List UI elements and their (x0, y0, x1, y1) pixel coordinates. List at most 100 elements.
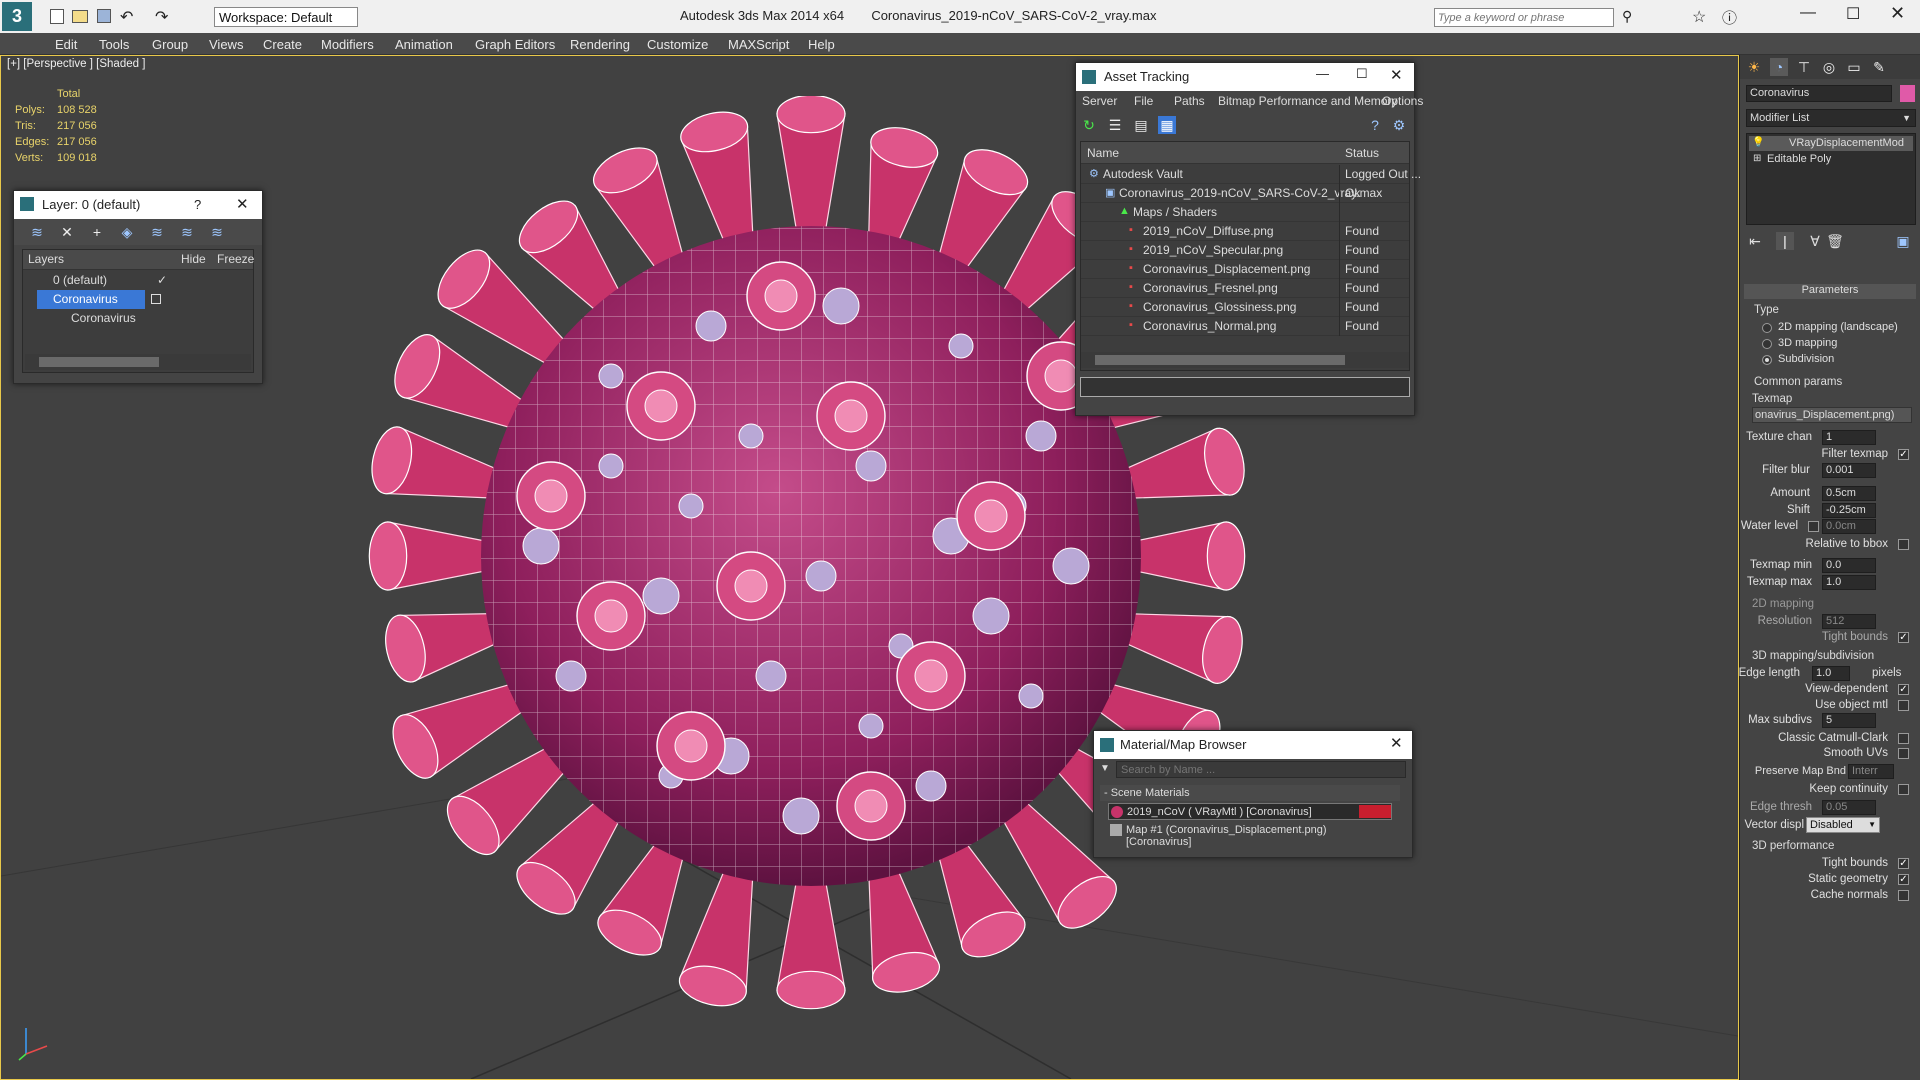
asset-row[interactable]: ▣ Coronavirus_2019-nCoV_SARS-CoV-2_vray.m… (1081, 184, 1409, 203)
motion-tab-icon[interactable]: ◎ (1820, 58, 1838, 76)
asset-row[interactable]: ▪ Coronavirus_Displacement.png Found (1081, 260, 1409, 279)
layer-close-icon[interactable]: ✕ (236, 195, 249, 213)
water-level-checkbox[interactable] (1808, 521, 1819, 532)
relative-bbox-checkbox[interactable] (1898, 539, 1909, 550)
delete-layer-icon[interactable]: ✕ (58, 223, 76, 241)
material-item[interactable]: 2019_nCoV ( VRayMtl ) [Coronavirus] (1108, 803, 1392, 820)
menu-help[interactable]: Help (808, 37, 835, 52)
col-hide[interactable]: Hide (181, 252, 206, 266)
menu-views[interactable]: Views (209, 37, 243, 52)
star-icon[interactable]: ☆ (1692, 7, 1706, 27)
menu-rendering[interactable]: Rendering (570, 37, 630, 52)
use-object-mtl-checkbox[interactable] (1898, 700, 1909, 711)
cache-normals-checkbox[interactable] (1898, 890, 1909, 901)
modify-tab-icon[interactable]: ◔ (1770, 58, 1788, 76)
layer-row-selected[interactable]: Coronavirus (23, 290, 253, 309)
asset-minimize-icon[interactable]: — (1316, 66, 1329, 81)
tight-bounds-checkbox[interactable]: ✓ (1898, 858, 1909, 869)
utilities-tab-icon[interactable]: ✎ (1870, 58, 1888, 76)
preserve-map-dropdown[interactable]: Interr (1848, 764, 1894, 779)
layer-window-titlebar[interactable]: Layer: 0 (default) ? ✕ (14, 191, 262, 219)
menu-create[interactable]: Create (263, 37, 302, 52)
workspace-dropdown[interactable]: Workspace: Default (214, 7, 358, 27)
max-subdivs-spinner[interactable]: 5 (1822, 713, 1876, 728)
vector-displ-dropdown[interactable]: Disabled ▼ (1806, 817, 1880, 833)
filter-texmap-checkbox[interactable]: ✓ (1898, 449, 1909, 460)
select-objects-icon[interactable]: ◈ (118, 223, 136, 241)
texmap-min-spinner[interactable]: 0.0 (1822, 558, 1876, 573)
parameters-rollout-header[interactable]: Parameters (1744, 284, 1916, 299)
layer-hscrollbar[interactable] (25, 354, 251, 370)
app-logo-icon[interactable]: 3 (2, 2, 32, 31)
tree-view-icon[interactable]: ▤ (1132, 116, 1150, 134)
table-view-icon[interactable]: ▦ (1158, 116, 1176, 134)
asset-row[interactable]: ▲ Maps / Shaders (1081, 203, 1409, 222)
menu-group[interactable]: Group (152, 37, 188, 52)
show-end-result-icon[interactable]: | (1776, 232, 1794, 250)
asset-settings-icon[interactable]: ⚙ (1390, 116, 1408, 134)
view-dependent-checkbox[interactable]: ✓ (1898, 684, 1909, 695)
asset-row[interactable]: ▪ 2019_nCoV_Diffuse.png Found (1081, 222, 1409, 241)
menu-maxscript[interactable]: MAXScript (728, 37, 789, 52)
layer-help-icon[interactable]: ? (194, 197, 201, 212)
hide-toggle-icon[interactable] (151, 294, 161, 304)
radio-3d-mapping[interactable] (1762, 339, 1772, 349)
material-browser-titlebar[interactable]: Material/Map Browser ✕ (1094, 731, 1412, 759)
menu-modifiers[interactable]: Modifiers (321, 37, 374, 52)
scroll-thumb[interactable] (1095, 355, 1345, 365)
amount-spinner[interactable]: 0.5cm (1822, 486, 1876, 501)
asset-help-icon[interactable]: ? (1366, 116, 1384, 134)
col-status[interactable]: Status (1345, 146, 1379, 160)
shift-spinner[interactable]: -0.25cm (1822, 503, 1876, 518)
perspective-viewport[interactable]: [+] [Perspective ] [Shaded ] Total Polys… (0, 55, 1739, 1080)
water-level-spinner[interactable]: 0.0cm (1822, 519, 1876, 534)
radio-2d-mapping[interactable] (1762, 323, 1772, 333)
asset-menu-server[interactable]: Server (1082, 94, 1117, 108)
open-file-icon[interactable] (72, 10, 88, 23)
maximize-icon[interactable]: ☐ (1846, 4, 1860, 24)
asset-window-titlebar[interactable]: Asset Tracking — ☐ ✕ (1076, 63, 1414, 91)
expand-icon[interactable]: ⊞ (1753, 153, 1761, 164)
asset-maximize-icon[interactable]: ☐ (1356, 66, 1368, 82)
refresh-icon[interactable]: ↻ (1080, 116, 1098, 134)
object-color-swatch[interactable] (1900, 85, 1915, 102)
material-item[interactable]: Map #1 (Coronavirus_Displacement.png) [C… (1108, 822, 1392, 848)
undo-icon[interactable]: ↶ (120, 7, 133, 27)
menu-graph-editors[interactable]: Graph Editors (475, 37, 555, 52)
modifier-list-dropdown[interactable]: Modifier List ▼ (1746, 109, 1916, 127)
keyword-search-input[interactable] (1434, 8, 1614, 27)
filter-blur-spinner[interactable]: 0.001 (1822, 463, 1876, 478)
tight-bounds-2d-checkbox[interactable]: ✓ (1898, 632, 1909, 643)
list-view-icon[interactable]: ☰ (1106, 116, 1124, 134)
new-file-icon[interactable] (50, 9, 64, 24)
col-name[interactable]: Name (1087, 146, 1119, 160)
pin-stack-icon[interactable]: ⇤ (1746, 232, 1764, 250)
texmap-max-spinner[interactable]: 1.0 (1822, 575, 1876, 590)
asset-row[interactable]: ⚙ Autodesk Vault Logged Out ... (1081, 165, 1421, 184)
layer-row[interactable]: Coronavirus (23, 309, 253, 328)
create-layer-icon[interactable]: ≋ (28, 223, 46, 241)
display-tab-icon[interactable]: ▭ (1845, 58, 1863, 76)
menu-tools[interactable]: Tools (99, 37, 129, 52)
col-layers[interactable]: Layers (28, 252, 64, 266)
save-file-icon[interactable] (97, 9, 111, 23)
menu-animation[interactable]: Animation (395, 37, 453, 52)
redo-icon[interactable]: ↷ (155, 7, 168, 27)
scroll-thumb[interactable] (39, 357, 159, 367)
freeze-all-icon[interactable]: ≋ (208, 223, 226, 241)
viewport-label[interactable]: [+] [Perspective ] [Shaded ] (7, 58, 145, 70)
menu-edit[interactable]: Edit (55, 37, 77, 52)
asset-close-icon[interactable]: ✕ (1390, 66, 1403, 84)
asset-menu-file[interactable]: File (1134, 94, 1153, 108)
layer-row[interactable]: 0 (default) ✓ (23, 271, 253, 290)
add-to-layer-icon[interactable]: + (88, 223, 106, 241)
hide-all-icon[interactable]: ≋ (178, 223, 196, 241)
asset-hscrollbar[interactable] (1081, 352, 1409, 368)
edge-length-spinner[interactable]: 1.0 (1812, 666, 1850, 681)
asset-row[interactable]: ▪ Coronavirus_Fresnel.png Found (1081, 279, 1409, 298)
minimize-icon[interactable]: — (1800, 4, 1816, 22)
dropdown-arrow-icon[interactable]: ▼ (1100, 763, 1110, 774)
material-close-icon[interactable]: ✕ (1390, 734, 1403, 752)
catmull-clark-checkbox[interactable] (1898, 733, 1909, 744)
asset-row[interactable]: ▪ Coronavirus_Glossiness.png Found (1081, 298, 1409, 317)
